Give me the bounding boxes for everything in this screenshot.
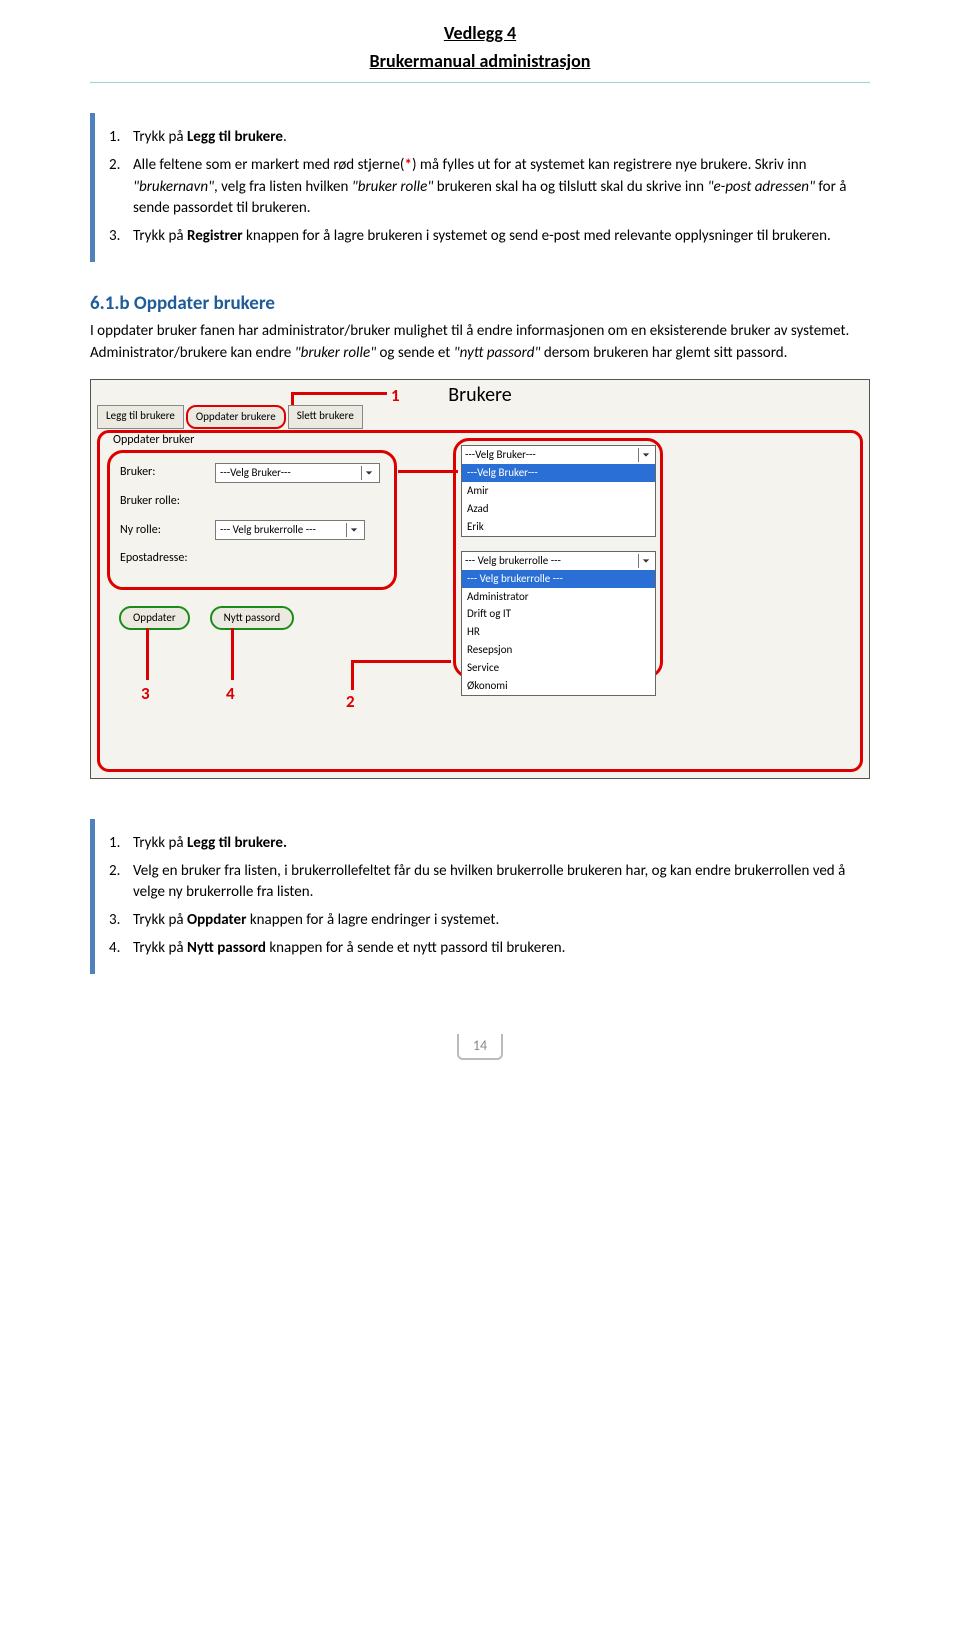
callout-arrow [146,628,149,680]
list-item: 4. Trykk på Nytt passord knappen for å s… [109,938,870,960]
item-number: 1. [109,127,133,149]
header-divider [90,82,870,83]
callout-arrow [291,392,294,406]
dropdown-option[interactable]: ---Velg Bruker--- [462,464,655,482]
chevron-down-icon [638,448,652,462]
document-header: Vedlegg 4 Brukermanual administrasjon [90,20,870,74]
label-bruker-rolle: Bruker rolle: [120,493,215,510]
label-bruker: Bruker: [120,464,215,481]
list-item: 3. Trykk på Oppdater knappen for å lagre… [109,910,870,932]
item-body: Velg en bruker fra listen, i brukerrolle… [133,861,870,905]
bruker-dropdown-open[interactable]: ---Velg Bruker--- ---Velg Bruker--- Amir… [461,445,656,537]
label-ny-rolle: Ny rolle: [120,522,215,539]
fieldset-title: Oppdater bruker [113,432,194,449]
callout-number-3: 3 [141,682,150,707]
dropdown-option[interactable]: Erik [462,518,655,536]
form-row-bruker: Bruker: ---Velg Bruker--- [120,463,384,483]
callout-arrow [351,660,354,690]
item-number: 3. [109,226,133,248]
item-body: Trykk på Legg til brukere. [133,833,870,855]
dropdown-option[interactable]: Resepsjon [462,641,655,659]
list-item: 3. Trykk på Registrer knappen for å lagr… [109,226,870,248]
page-number: 14 [457,1034,503,1060]
dropdown-option[interactable]: HR [462,623,655,641]
section-heading: 6.1.b Oppdater brukere [90,290,870,318]
tab-oppdater-brukere[interactable]: Oppdater brukere [186,405,286,429]
dropdowns-panel: ---Velg Bruker--- ---Velg Bruker--- Amir… [461,445,656,710]
form-row-ny-rolle: Ny rolle: --- Velg brukerrolle --- [120,520,384,540]
tab-legg-til-brukere[interactable]: Legg til brukere [97,405,184,429]
callout-number-4: 4 [226,682,235,707]
item-body: Trykk på Registrer knappen for å lagre b… [133,226,870,248]
chevron-down-icon [346,523,360,537]
panel-title: Brukere [448,381,511,410]
chevron-down-icon [638,554,652,568]
nytt-passord-button[interactable]: Nytt passord [210,606,295,630]
item-number: 1. [109,833,133,855]
list-item: 1. Trykk på Legg til brukere. [109,127,870,149]
dropdown-option[interactable]: Administrator [462,588,655,606]
item-body: Alle feltene som er markert med rød stje… [133,155,870,220]
dropdown-option[interactable]: Service [462,659,655,677]
item-number: 2. [109,861,133,905]
bruker-select[interactable]: ---Velg Bruker--- [215,463,380,483]
item-body: Trykk på Nytt passord knappen for å send… [133,938,870,960]
dropdown-option[interactable]: Azad [462,500,655,518]
label-epost: Epostadresse: [120,550,215,567]
callout-arrow [231,628,234,680]
callout-arrow [291,392,387,395]
tabs: Legg til brukere Oppdater brukere Slett … [97,405,363,429]
item-number: 4. [109,938,133,960]
list-item: 1. Trykk på Legg til brukere. [109,833,870,855]
action-buttons: Oppdater Nytt passord [119,606,294,630]
asterisk-icon: * [404,156,411,174]
item-number: 3. [109,910,133,932]
item-number: 2. [109,155,133,220]
form-row-epost: Epostadresse: [120,550,384,567]
item-body: Trykk på Oppdater knappen for å lagre en… [133,910,870,932]
oppdater-button[interactable]: Oppdater [119,606,190,630]
chevron-down-icon [361,466,375,480]
instruction-block-2: 1. Trykk på Legg til brukere. 2. Velg en… [90,819,870,974]
page-footer: 14 [90,1034,870,1060]
form-row-bruker-rolle: Bruker rolle: [120,493,384,510]
document-subtitle: Brukermanual administrasjon [90,48,870,74]
form-highlight-ring: Bruker: ---Velg Bruker--- Bruker rolle: … [107,450,397,590]
list-item: 2. Velg en bruker fra listen, i brukerro… [109,861,870,905]
rolle-dropdown-open[interactable]: --- Velg brukerrolle --- --- Velg bruker… [461,551,656,697]
instruction-block-1: 1. Trykk på Legg til brukere. 2. Alle fe… [90,113,870,262]
document-title: Vedlegg 4 [90,20,870,46]
tab-slett-brukere[interactable]: Slett brukere [288,405,363,429]
callout-arrow [351,660,451,663]
dropdown-option[interactable]: Amir [462,482,655,500]
dropdown-option[interactable]: Drift og IT [462,605,655,623]
section-body: I oppdater bruker fanen har administrato… [90,321,870,365]
callout-number-2: 2 [346,690,355,715]
callout-arrow [398,470,458,473]
item-body: Trykk på Legg til brukere. [133,127,870,149]
dropdown-option[interactable]: --- Velg brukerrolle --- [462,570,655,588]
callout-number-1: 1 [391,384,400,409]
dropdown-option[interactable]: Økonomi [462,677,655,695]
ny-rolle-select[interactable]: --- Velg brukerrolle --- [215,520,365,540]
screenshot-figure: Brukere 1 Legg til brukere Oppdater bruk… [90,379,870,779]
list-item: 2. Alle feltene som er markert med rød s… [109,155,870,220]
